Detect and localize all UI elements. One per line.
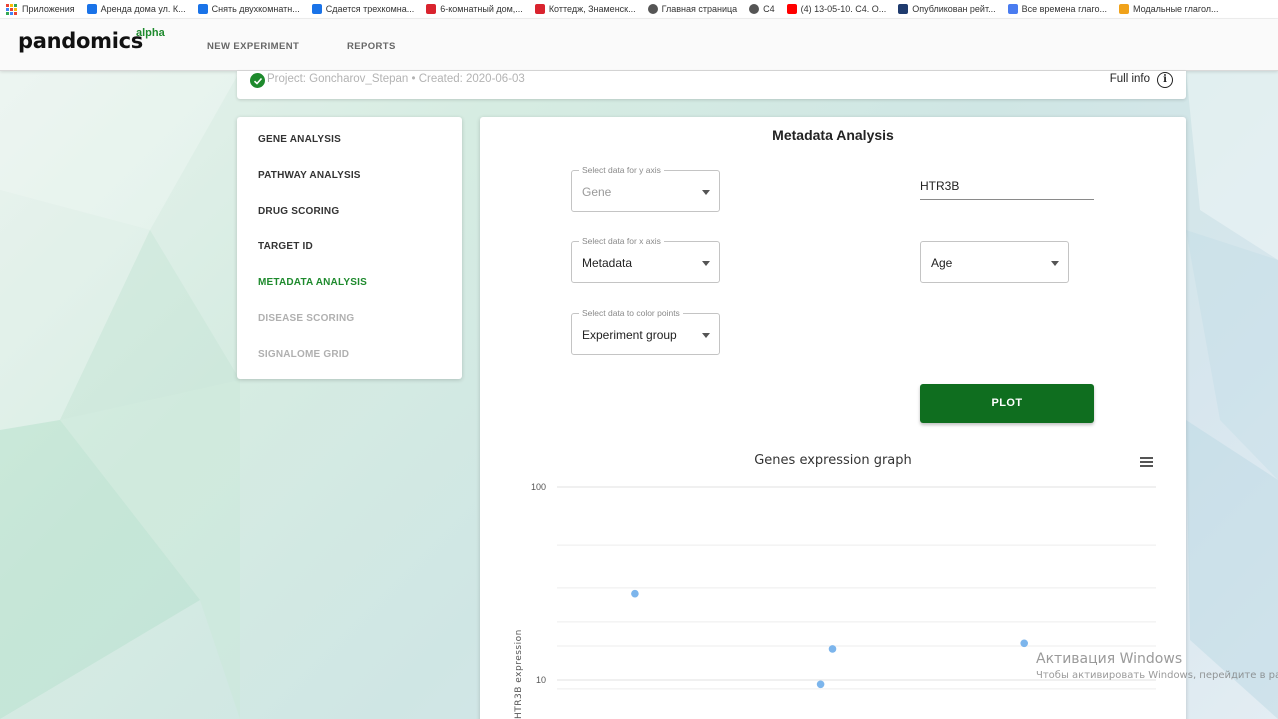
bookmarks-bar: Приложения Аренда дома ул. К... Снять двух… [0, 0, 1278, 19]
site-icon [898, 4, 909, 14]
domclick-icon [426, 4, 437, 14]
y-tick-label: 10 [536, 675, 546, 685]
bookmark-label: Сдается трехкомна... [325, 4, 415, 14]
project-summary: Project: Goncharov_Stepan • Created: 202… [267, 73, 525, 85]
nav-reports[interactable]: REPORTS [347, 41, 396, 52]
app-header: pandomics alpha NEW EXPERIMENT REPORTS [0, 19, 1278, 71]
full-info-link[interactable]: Full info [1110, 73, 1150, 85]
check-circle-icon [250, 73, 265, 88]
bookmark-label: Коттедж, Знаменск... [548, 4, 636, 14]
windows-activation-title: Активация Windows [1036, 651, 1183, 667]
bookmark-item[interactable]: Опубликован рейт... [898, 4, 996, 14]
s-icon [1007, 4, 1018, 14]
logo-alpha-badge: alpha [136, 27, 165, 39]
avito-icon [311, 4, 322, 14]
bookmark-label: Аренда дома ул. К... [100, 4, 186, 14]
bookmark-label: Все времена глаго... [1021, 4, 1107, 14]
menu-item-disease-scoring: DISEASE SCORING [258, 313, 355, 324]
nav-new-experiment[interactable]: NEW EXPERIMENT [207, 41, 299, 52]
bookmark-label: (4) 13-05-10. C4. O... [800, 4, 887, 14]
bookmark-item[interactable]: Приложения [6, 3, 75, 15]
bookmark-item[interactable]: Все времена глаго... [1007, 4, 1107, 14]
avito-icon [197, 4, 208, 14]
analysis-menu: GENE ANALYSIS PATHWAY ANALYSIS DRUG SCOR… [237, 117, 462, 379]
scatter-point[interactable] [631, 589, 639, 598]
domclick-icon [534, 4, 545, 14]
scatter-point[interactable] [1020, 639, 1028, 648]
bookmark-item[interactable]: Снять двухкомнатн... [197, 4, 300, 14]
scatter-point[interactable] [828, 645, 837, 653]
apps-grid-icon [6, 3, 17, 15]
y-axis-label: HTR3B expression [514, 629, 524, 719]
menu-item-gene-analysis[interactable]: GENE ANALYSIS [258, 134, 341, 145]
scatter-chart: 100 10 HTR3B expression [514, 482, 1156, 719]
bookmark-label: Главная страница [661, 4, 738, 14]
avito-icon [86, 4, 97, 14]
bookmark-item[interactable]: Главная страница [647, 4, 738, 14]
bookmark-label: Модальные глагол... [1133, 4, 1219, 14]
face-icon [1119, 4, 1129, 14]
menu-item-drug-scoring[interactable]: DRUG SCORING [258, 206, 339, 217]
menu-item-target-id[interactable]: TARGET ID [258, 241, 313, 252]
bookmark-item[interactable]: (4) 13-05-10. C4. O... [786, 4, 887, 14]
bookmark-item[interactable]: C4 [749, 4, 775, 14]
bookmark-label: 6-комнатный дом,... [440, 4, 523, 14]
menu-item-metadata-analysis[interactable]: METADATA ANALYSIS [258, 277, 367, 288]
bookmark-item[interactable]: Модальные глагол... [1119, 4, 1219, 14]
scatter-point[interactable] [816, 680, 825, 689]
bookmark-label: Снять двухкомнатн... [211, 4, 300, 14]
bookmark-label: C4 [763, 4, 775, 14]
project-info-card: Project: Goncharov_Stepan • Created: 202… [237, 71, 1186, 99]
y-tick-label: 100 [531, 482, 546, 492]
metadata-analysis-panel: Metadata Analysis Select data for y axis… [480, 117, 1186, 719]
logo[interactable]: pandomics [18, 29, 143, 53]
globe-icon [749, 4, 760, 14]
bookmark-label: Приложения [22, 4, 75, 14]
bookmark-item[interactable]: 6-комнатный дом,... [426, 4, 523, 14]
bookmark-item[interactable]: Аренда дома ул. К... [86, 4, 186, 14]
youtube-icon [786, 4, 797, 14]
bookmark-item[interactable]: Коттедж, Знаменск... [534, 4, 636, 14]
bookmark-item[interactable]: Сдается трехкомна... [311, 4, 415, 14]
globe-icon [647, 4, 658, 14]
info-icon[interactable]: i [1157, 72, 1173, 88]
bookmark-label: Опубликован рейт... [912, 4, 996, 14]
windows-activation-hint: Чтобы активировать Windows, перейдите в … [1036, 670, 1278, 681]
menu-item-pathway-analysis[interactable]: PATHWAY ANALYSIS [258, 170, 361, 181]
menu-item-signalome-grid: SIGNALOME GRID [258, 349, 350, 360]
